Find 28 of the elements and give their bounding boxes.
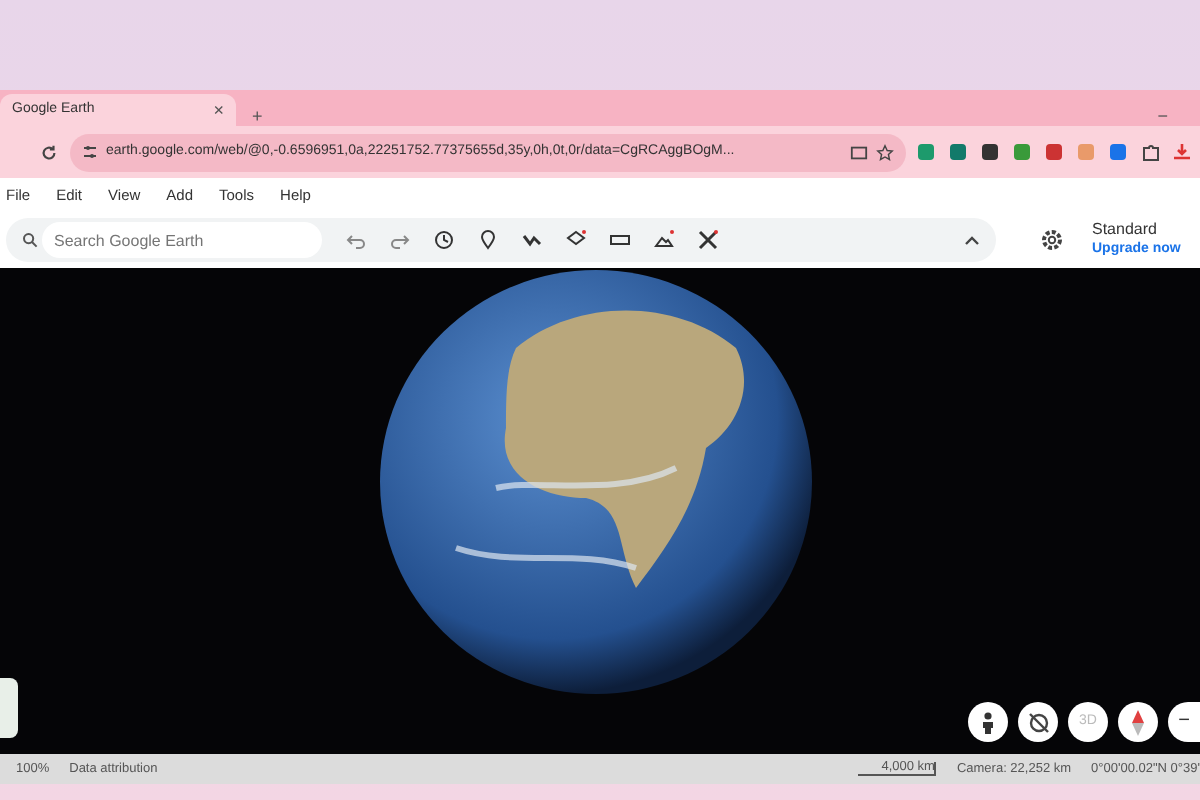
site-settings-icon[interactable] xyxy=(82,144,98,160)
history-icon[interactable] xyxy=(434,230,454,250)
close-tab-button[interactable]: × xyxy=(213,101,224,119)
minimize-button[interactable]: − xyxy=(1157,108,1168,126)
compass-button[interactable] xyxy=(1118,702,1158,742)
collapse-icon[interactable] xyxy=(964,234,980,246)
compass-icon xyxy=(1132,709,1144,735)
reload-icon[interactable] xyxy=(40,143,58,161)
settings-icon[interactable] xyxy=(1040,228,1064,252)
scroll-handle[interactable] xyxy=(0,678,18,738)
path-icon[interactable] xyxy=(522,230,542,250)
star-icon[interactable] xyxy=(876,143,894,161)
street-view-button[interactable] xyxy=(968,702,1008,742)
zoom-out-button[interactable]: − xyxy=(1168,702,1200,742)
person-icon xyxy=(980,711,996,733)
undo-icon[interactable] xyxy=(346,230,366,250)
puzzle-icon[interactable] xyxy=(1142,143,1160,161)
rotate-button[interactable] xyxy=(1018,702,1058,742)
search-icon xyxy=(22,232,38,248)
redo-icon[interactable] xyxy=(390,230,410,250)
image-icon[interactable] xyxy=(654,230,674,250)
rotate-off-icon xyxy=(1027,711,1049,733)
layers-icon[interactable] xyxy=(566,230,586,250)
new-tab-button[interactable]: + xyxy=(252,108,263,126)
search-field[interactable]: Search Google Earth xyxy=(42,222,322,258)
placemark-icon[interactable] xyxy=(478,230,498,250)
plan-label: Standard xyxy=(1092,222,1159,240)
download-icon[interactable] xyxy=(1172,142,1192,162)
